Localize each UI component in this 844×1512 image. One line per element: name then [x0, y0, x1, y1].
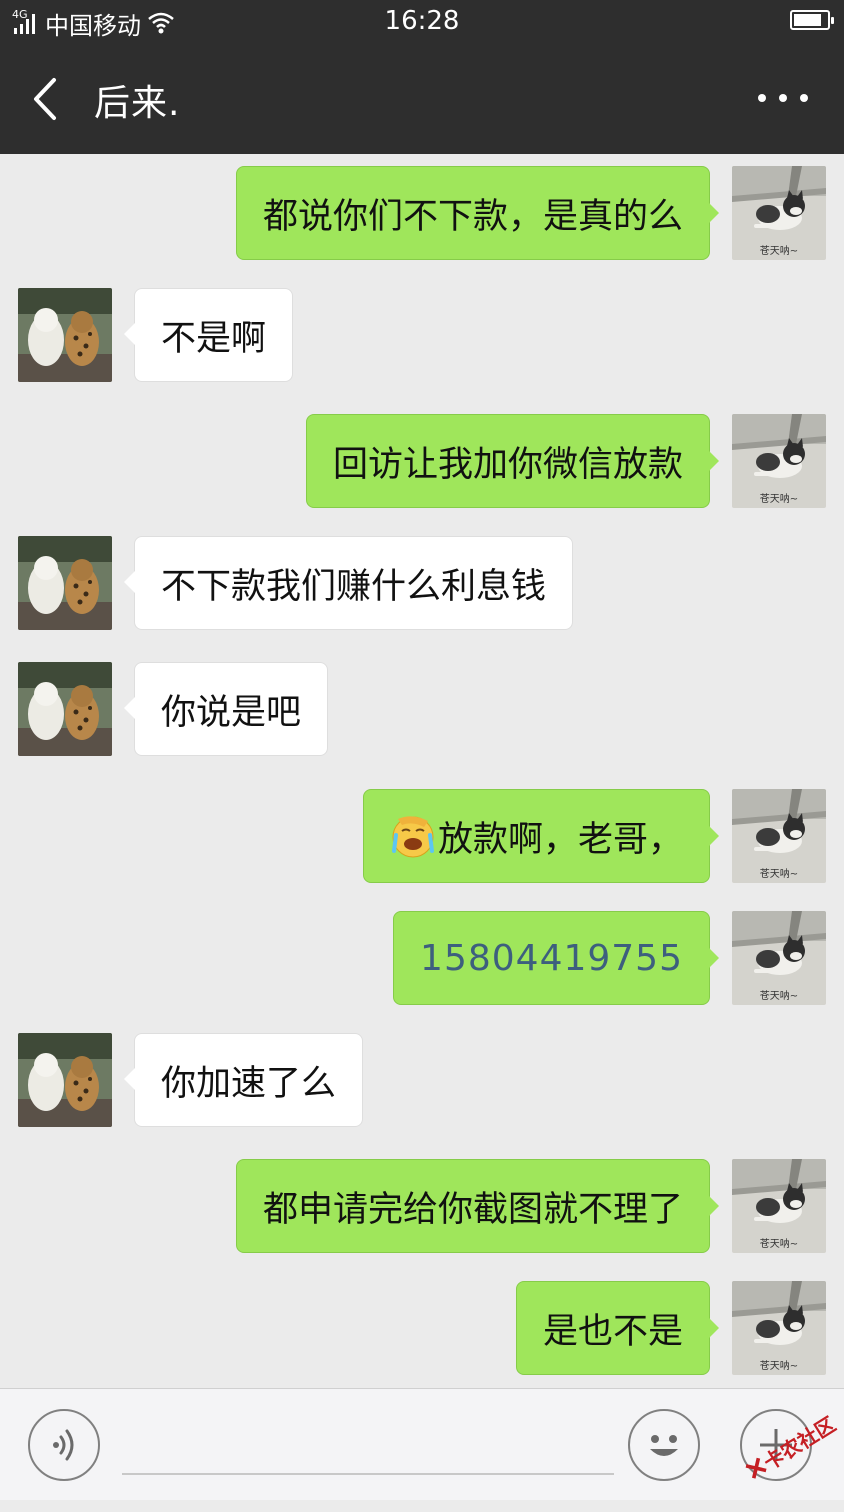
message-incoming: 不是啊	[0, 288, 844, 382]
self-avatar[interactable]: 苍天呐~	[732, 1159, 826, 1253]
message-text: 回访让我加你微信放款	[332, 444, 683, 485]
message-input[interactable]	[122, 1419, 614, 1475]
emoji-button[interactable]	[628, 1409, 700, 1481]
svg-text:苍天呐~: 苍天呐~	[760, 244, 798, 257]
message-outgoing: 都说你们不下款，是真的么 苍天呐~	[0, 166, 844, 260]
phone-number-link[interactable]: 15804419755	[393, 911, 719, 1005]
svg-text:苍天呐~: 苍天呐~	[760, 867, 798, 880]
battery-icon	[790, 10, 834, 30]
self-avatar[interactable]: 苍天呐~	[732, 1281, 826, 1375]
chat-title: 后来.	[94, 83, 181, 124]
message-text: 不下款我们赚什么利息钱	[161, 566, 547, 607]
contact-avatar[interactable]	[18, 288, 112, 382]
message-bubble[interactable]: 都申请完给你截图就不理了	[235, 1159, 720, 1253]
back-button[interactable]	[26, 76, 66, 122]
message-bubble[interactable]: 是也不是	[515, 1281, 720, 1375]
message-outgoing: 回访让我加你微信放款 苍天呐~	[0, 414, 844, 508]
message-incoming: 你加速了么	[0, 1033, 844, 1127]
message-text: 是也不是	[542, 1311, 683, 1352]
message-outgoing: 放款啊，老哥， 苍天呐~	[0, 789, 844, 883]
self-avatar[interactable]: 苍天呐~	[732, 414, 826, 508]
contact-avatar[interactable]	[18, 1033, 112, 1127]
watermark-text: 卡农社区	[758, 1411, 840, 1475]
message-text: 都申请完给你截图就不理了	[262, 1189, 683, 1230]
message-bubble[interactable]: 都说你们不下款，是真的么	[235, 166, 720, 260]
self-avatar[interactable]: 苍天呐~	[732, 166, 826, 260]
voice-icon	[53, 1429, 74, 1461]
message-bubble[interactable]: 你加速了么	[123, 1033, 364, 1127]
message-text: 放款啊，老哥，	[437, 819, 683, 860]
chat-header: 后来.	[0, 48, 844, 154]
message-bubble[interactable]: 不是啊	[123, 288, 294, 382]
message-outgoing: 是也不是 苍天呐~	[0, 1281, 844, 1375]
message-bubble[interactable]: 不下款我们赚什么利息钱	[123, 536, 574, 630]
clock: 16:28	[384, 6, 460, 36]
message-incoming: 不下款我们赚什么利息钱	[0, 536, 844, 630]
self-avatar[interactable]: 苍天呐~	[732, 911, 826, 1005]
self-avatar[interactable]: 苍天呐~	[732, 789, 826, 883]
message-text[interactable]: 15804419755	[420, 938, 683, 979]
svg-text:苍天呐~: 苍天呐~	[760, 1237, 798, 1250]
contact-avatar[interactable]	[18, 662, 112, 756]
smiley-icon	[650, 1435, 678, 1456]
more-button[interactable]	[758, 86, 808, 110]
message-bubble[interactable]: 放款啊，老哥，	[362, 789, 720, 883]
message-text: 你说是吧	[161, 692, 302, 733]
battery-level	[794, 14, 821, 26]
contact-avatar[interactable]	[18, 536, 112, 630]
message-text: 都说你们不下款，是真的么	[262, 196, 683, 237]
message-bubble[interactable]: 你说是吧	[123, 662, 329, 756]
message-text: 你加速了么	[161, 1063, 337, 1104]
more-dots-icon	[758, 94, 766, 102]
message-list[interactable]: 都说你们不下款，是真的么 苍天呐~ 不是啊 回访让我加你微信放款 苍天呐~ 不下…	[0, 154, 844, 1388]
status-bar: 4G 中国移动 16:28	[0, 0, 844, 48]
facepalm-emoji-icon	[391, 816, 434, 858]
svg-text:苍天呐~: 苍天呐~	[760, 989, 798, 1002]
message-outgoing: 都申请完给你截图就不理了 苍天呐~	[0, 1159, 844, 1253]
voice-button[interactable]	[28, 1409, 100, 1481]
svg-text:苍天呐~: 苍天呐~	[760, 1359, 798, 1372]
svg-text:苍天呐~: 苍天呐~	[760, 492, 798, 505]
chevron-left-icon	[34, 78, 56, 120]
message-bubble[interactable]: 回访让我加你微信放款	[305, 414, 720, 508]
message-text: 不是啊	[161, 318, 267, 359]
message-outgoing: 15804419755 苍天呐~	[0, 911, 844, 1005]
input-bar	[0, 1388, 844, 1500]
message-incoming: 你说是吧	[0, 662, 844, 756]
